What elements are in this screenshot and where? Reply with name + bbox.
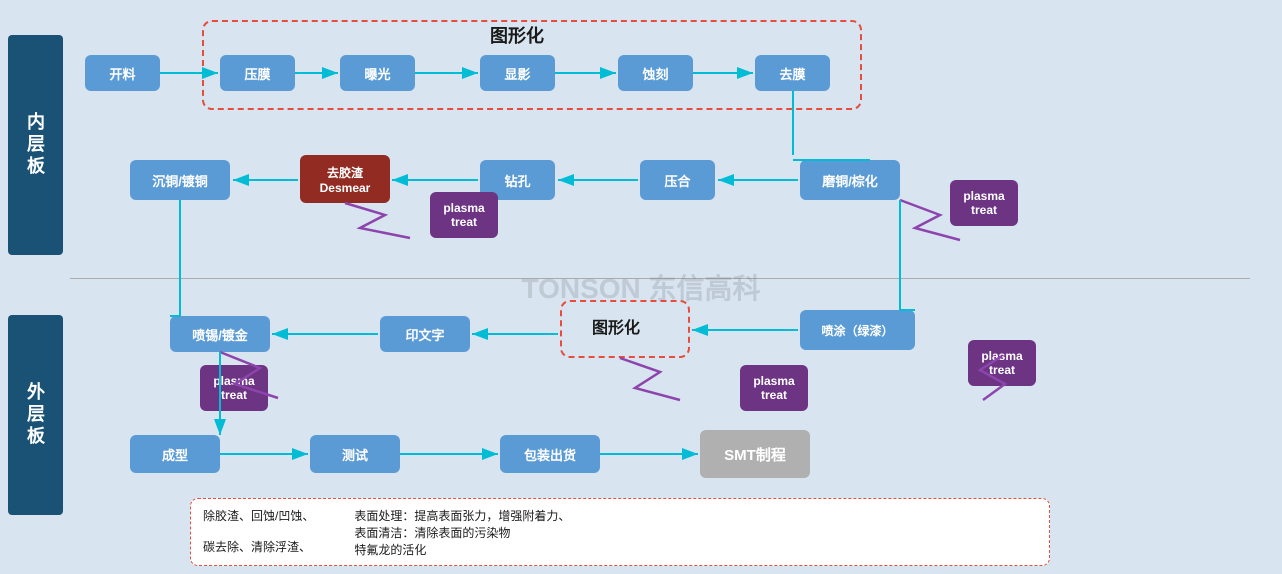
note-left: 除胶渣、回蚀/凹蚀、 碳去除、清除浮渣、 [203, 507, 314, 558]
inner-label: 内层板 [8, 35, 63, 255]
box-smt: SMT制程 [700, 430, 810, 478]
plasma-box-2: plasmatreat [950, 180, 1018, 226]
inner-panel: 内层板 [0, 15, 70, 275]
box-print-text: 印文字 [380, 316, 470, 352]
box-pack: 包装出货 [500, 435, 600, 473]
note-right-3: 特氟龙的活化 [354, 541, 570, 558]
outer-section-title: 图形化 [592, 314, 640, 338]
plasma-box-4: plasmatreat [740, 365, 808, 411]
note-right: 表面处理：提高表面张力，增强附着力、 表面清洁：清除表面的污染物 特氟龙的活化 [354, 507, 570, 558]
box-shen-copper: 沉铜/镀铜 [130, 160, 230, 200]
outer-panel: 外层板 [0, 295, 70, 535]
box-kaili: 开料 [85, 55, 160, 91]
box-grind: 磨铜/棕化 [800, 160, 900, 200]
box-laminate: 压合 [640, 160, 715, 200]
box-spray-gold: 喷锡/镀金 [170, 316, 270, 352]
note-left-3: 碳去除、清除浮渣、 [203, 538, 314, 555]
box-test: 测试 [310, 435, 400, 473]
note-left-2 [203, 524, 314, 538]
note-right-2: 表面清洁：清除表面的污染物 [354, 524, 570, 541]
outer-label: 外层板 [8, 315, 63, 515]
note-right-1: 表面处理：提高表面张力，增强附着力、 [354, 507, 570, 524]
note-content: 除胶渣、回蚀/凹蚀、 碳去除、清除浮渣、 表面处理：提高表面张力，增强附着力、 … [203, 507, 1037, 558]
divider-line [70, 278, 1250, 279]
box-spray-ink: 喷涂（绿漆） [800, 310, 915, 350]
note-left-1: 除胶渣、回蚀/凹蚀、 [203, 507, 314, 524]
box-shape: 成型 [130, 435, 220, 473]
box-desmear: 去胶渣Desmear [300, 155, 390, 203]
inner-section-title: 图形化 [490, 22, 544, 48]
plasma-box-3: plasmatreat [200, 365, 268, 411]
plasma-box-1: plasmatreat [430, 192, 498, 238]
note-box: 除胶渣、回蚀/凹蚀、 碳去除、清除浮渣、 表面处理：提高表面张力，增强附着力、 … [190, 498, 1050, 566]
plasma-box-5: plasmatreat [968, 340, 1036, 386]
main-container: 内层板 外层板 开料 压膜 曝光 显影 蚀刻 去膜 图形化 沉铜/镀铜 去胶渣D… [0, 0, 1282, 574]
